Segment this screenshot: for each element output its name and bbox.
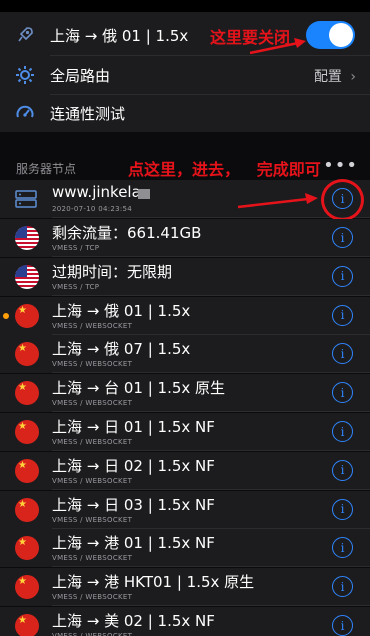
cn-flag-icon: ★	[15, 458, 39, 483]
node-row[interactable]: ★ 上海 → 美 02 | 1.5x NF VMESS / WEBSOCKET i	[0, 607, 370, 636]
node-name: 上海 → 俄 01 | 1.5x	[52, 301, 191, 320]
vpn-toggle[interactable]	[306, 21, 355, 49]
subscription-updated: 2020-07-10 04:23:54	[52, 205, 133, 213]
click-here-annotation: 点这里，进去， 完成即可	[128, 160, 321, 179]
cn-flag-icon: ★	[15, 381, 39, 406]
cn-flag-icon: ★	[15, 614, 39, 636]
node-row[interactable]: ★ 上海 → 俄 07 | 1.5x VMESS / WEBSOCKET i	[0, 335, 370, 374]
node-row[interactable]: ★ 上海 → 日 01 | 1.5x NF VMESS / WEBSOCKET i	[0, 413, 370, 451]
info-icon[interactable]: i	[332, 304, 353, 326]
node-name: 上海 → 台 01 | 1.5x 原生	[52, 379, 226, 398]
config-label: 配置	[313, 69, 342, 85]
node-protocol: VMESS / WEBSOCKET	[52, 321, 133, 330]
node-protocol: VMESS / TCP	[52, 282, 100, 291]
node-protocol: VMESS / WEBSOCKET	[52, 593, 133, 602]
node-name: 上海 → 俄 07 | 1.5x	[52, 340, 191, 359]
us-flag-icon	[15, 226, 39, 250]
connectivity-test-row[interactable]: 连通性测试	[0, 95, 370, 131]
node-row[interactable]: 过期时间：无限期 VMESS / TCP i	[0, 257, 370, 296]
node-protocol: VMESS / TCP	[52, 244, 100, 252]
toggle-knob	[329, 23, 353, 47]
info-icon[interactable]: i	[332, 498, 353, 520]
node-row[interactable]: ★ 上海 → 港 01 | 1.5x NF VMESS / WEBSOCKET i	[0, 529, 370, 568]
gear-icon	[14, 64, 36, 86]
node-name: 剩余流量：661.41GB	[52, 224, 202, 242]
info-icon[interactable]: i	[332, 343, 353, 365]
cn-flag-icon: ★	[15, 342, 39, 367]
node-row[interactable]: ★ 上海 → 台 01 | 1.5x 原生 VMESS / WEBSOCKET i	[0, 374, 370, 413]
cn-flag-icon: ★	[15, 536, 39, 561]
status-bar	[0, 0, 370, 12]
node-row[interactable]: ★ 上海 → 俄 01 | 1.5x VMESS / WEBSOCKET i	[0, 296, 370, 335]
annotation-circle	[321, 179, 364, 221]
node-name: 过期时间：无限期	[52, 262, 173, 281]
node-protocol: VMESS / WEBSOCKET	[52, 515, 133, 524]
info-icon[interactable]: i	[332, 537, 353, 559]
cn-flag-icon: ★	[15, 303, 39, 328]
node-name: 上海 → 日 02 | 1.5x NF	[52, 456, 215, 475]
info-icon[interactable]: i	[332, 615, 353, 636]
current-route-row[interactable]: 上海 → 俄 01 | 1.5x 这里要关闭	[0, 16, 370, 54]
divider	[52, 217, 370, 218]
info-icon[interactable]: i	[332, 459, 353, 481]
info-icon[interactable]: i	[332, 576, 353, 598]
node-protocol: VMESS / WEBSOCKET	[52, 360, 133, 369]
node-protocol: VMESS / WEBSOCKET	[52, 399, 133, 408]
section-title: 服务器节点	[16, 162, 77, 176]
chevron-right-icon: ›	[350, 69, 356, 85]
more-icon[interactable]: •••	[323, 155, 358, 176]
annotation-arrow-info	[237, 193, 318, 209]
node-name: 上海 → 日 01 | 1.5x NF	[52, 418, 215, 436]
global-routing-row[interactable]: 全局路由 配置 ›	[0, 56, 370, 94]
info-icon[interactable]: i	[332, 382, 353, 404]
node-name: 上海 → 港 01 | 1.5x NF	[52, 534, 215, 553]
node-protocol: VMESS / WEBSOCKET	[52, 554, 133, 563]
node-row[interactable]: ★ 上海 → 日 02 | 1.5x NF VMESS / WEBSOCKET i	[0, 451, 370, 490]
us-flag-icon	[15, 264, 39, 289]
info-icon[interactable]: i	[332, 227, 353, 248]
cn-flag-icon: ★	[15, 497, 39, 522]
cn-flag-icon: ★	[15, 575, 39, 600]
current-route-label: 上海 → 俄 01 | 1.5x	[50, 27, 189, 45]
redacted-block	[138, 189, 150, 199]
info-icon[interactable]: i	[332, 421, 353, 442]
info-icon[interactable]: i	[332, 265, 353, 287]
config-link[interactable]: 配置 ›	[314, 66, 356, 86]
cn-flag-icon: ★	[15, 420, 39, 444]
node-protocol: VMESS / WEBSOCKET	[52, 438, 133, 446]
node-protocol: VMESS / WEBSOCKET	[52, 476, 133, 485]
node-row[interactable]: ★ 上海 → 日 03 | 1.5x NF VMESS / WEBSOCKET i	[0, 490, 370, 529]
rocket-icon	[14, 24, 36, 46]
speedometer-icon	[14, 102, 36, 124]
node-row[interactable]: 剩余流量：661.41GB VMESS / TCP i	[0, 219, 370, 257]
selected-indicator	[3, 312, 9, 319]
subscription-name: www.jinkela.	[52, 183, 146, 201]
node-protocol: VMESS / WEBSOCKET	[52, 632, 133, 636]
node-row[interactable]: ★ 上海 → 港 HKT01 | 1.5x 原生 VMESS / WEBSOCKET…	[0, 568, 370, 607]
node-name: 上海 → 美 02 | 1.5x NF	[52, 612, 215, 630]
node-name: 上海 → 日 03 | 1.5x NF	[52, 495, 215, 514]
node-name: 上海 → 港 HKT01 | 1.5x 原生	[52, 573, 255, 592]
global-routing-label: 全局路由	[50, 67, 111, 85]
server-icon	[15, 190, 37, 212]
connectivity-test-label: 连通性测试	[50, 105, 126, 123]
